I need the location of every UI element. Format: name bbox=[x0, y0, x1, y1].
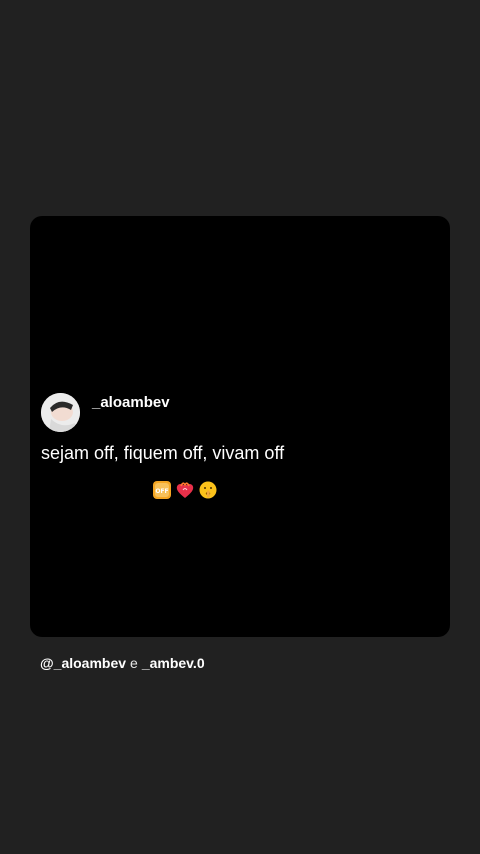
post-text: sejam off, fiquem off, vivam off bbox=[41, 443, 285, 463]
svg-text:OFF: OFF bbox=[155, 488, 168, 495]
heart-on-fire-emoji bbox=[176, 482, 194, 498]
avatar-photo bbox=[41, 393, 80, 432]
post-card[interactable]: _aloambev sejam off, fiquem off, vivam o… bbox=[30, 216, 450, 637]
story-mentions: @_aloambev e _ambev.0 bbox=[40, 655, 205, 671]
mention-first[interactable]: @_aloambev bbox=[40, 655, 126, 671]
off-button-emoji: OFF bbox=[153, 481, 171, 499]
mention-second[interactable]: _ambev.0 bbox=[142, 655, 205, 671]
story-canvas: _aloambev sejam off, fiquem off, vivam o… bbox=[0, 0, 480, 854]
post-author-name[interactable]: _aloambev bbox=[92, 394, 170, 411]
avatar[interactable] bbox=[41, 393, 80, 432]
emoji-row: OFF bbox=[152, 480, 218, 500]
shushing-face-emoji bbox=[199, 481, 217, 499]
mention-conjunction: e bbox=[130, 655, 138, 671]
